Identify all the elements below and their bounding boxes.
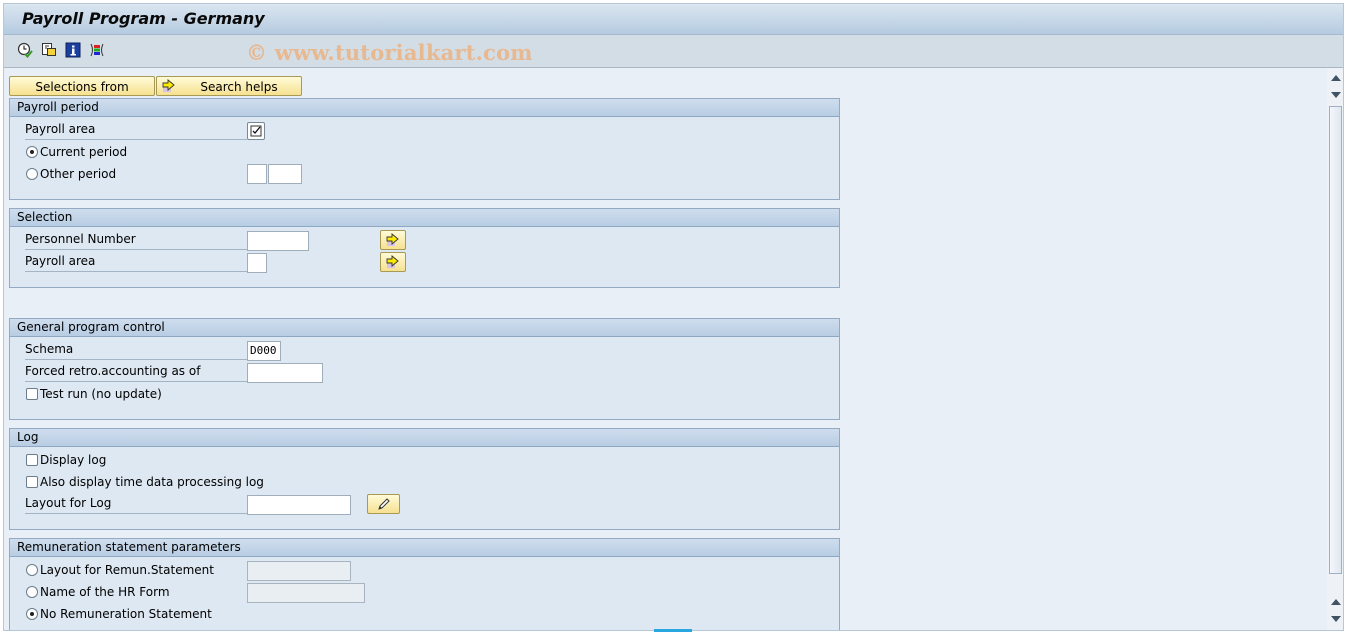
payroll-area-checkbox[interactable] xyxy=(247,122,265,140)
no-remuneration-radio[interactable] xyxy=(26,608,38,620)
get-variant-icon[interactable] xyxy=(41,42,57,58)
info-icon[interactable] xyxy=(65,42,81,58)
payroll-area-multiple-selection-button[interactable] xyxy=(380,252,406,272)
other-period-field-2[interactable] xyxy=(268,164,302,184)
group-title: Payroll period xyxy=(10,99,839,117)
selections-from-button[interactable]: Selections from xyxy=(9,76,155,96)
general-program-control-group: General program control Schema D000 Forc… xyxy=(9,318,840,420)
layout-remun-radio[interactable] xyxy=(26,564,38,576)
display-log-checkbox[interactable] xyxy=(26,454,38,466)
layout-for-log-label: Layout for Log xyxy=(25,493,247,514)
hr-form-input[interactable] xyxy=(247,583,365,603)
group-title: Log xyxy=(10,429,839,447)
application-toolbar: © www.tutorialkart.com xyxy=(4,35,1343,68)
selection-group: Selection Personnel Number Payroll area xyxy=(9,208,840,288)
test-run-label: Test run (no update) xyxy=(40,387,162,401)
page-title: Payroll Program - Germany xyxy=(22,9,265,28)
watermark: © www.tutorialkart.com xyxy=(246,40,533,65)
edit-layout-button[interactable] xyxy=(367,494,400,514)
personnel-number-input[interactable] xyxy=(247,231,309,251)
forced-retro-label: Forced retro.accounting as of xyxy=(25,361,247,382)
group-title: General program control xyxy=(10,319,839,337)
remuneration-group: Remuneration statement parameters Layout… xyxy=(9,538,840,630)
arrow-right-icon xyxy=(386,233,399,246)
personnel-number-multiple-selection-button[interactable] xyxy=(380,230,406,250)
scroll-up-bottom-icon[interactable] xyxy=(1331,599,1341,605)
no-remuneration-label: No Remuneration Statement xyxy=(40,607,212,621)
test-run-checkbox[interactable] xyxy=(26,388,38,400)
pencil-icon xyxy=(378,498,390,510)
display-log-label: Display log xyxy=(40,453,107,467)
scroll-up-icon[interactable] xyxy=(1331,75,1341,81)
scroll-down-bottom-icon[interactable] xyxy=(1331,616,1341,622)
schema-label: Schema xyxy=(25,339,247,360)
payroll-period-group: Payroll period Payroll area Current peri… xyxy=(9,98,840,200)
selection-screen: Selections from Search helps Payroll per… xyxy=(4,68,1326,630)
layout-remun-label: Layout for Remun.Statement xyxy=(40,563,214,577)
group-title: Selection xyxy=(10,209,839,227)
execute-icon[interactable] xyxy=(17,42,33,58)
log-group: Log Display log Also display time data p… xyxy=(9,428,840,530)
scroll-down-icon[interactable] xyxy=(1331,92,1341,98)
hr-form-label: Name of the HR Form xyxy=(40,585,170,599)
arrow-right-icon xyxy=(161,78,177,100)
current-period-label: Current period xyxy=(40,145,128,159)
arrow-right-icon xyxy=(386,255,399,268)
schema-input[interactable]: D000 xyxy=(247,341,281,361)
forced-retro-input[interactable] xyxy=(247,363,323,383)
hr-form-radio[interactable] xyxy=(26,586,38,598)
personnel-number-label: Personnel Number xyxy=(25,229,247,250)
time-data-log-checkbox[interactable] xyxy=(26,476,38,488)
time-data-log-label: Also display time data processing log xyxy=(40,475,264,489)
current-period-radio[interactable] xyxy=(26,146,38,158)
vertical-scrollbar[interactable] xyxy=(1327,68,1343,630)
group-title: Remuneration statement parameters xyxy=(10,539,839,557)
selections-from-label: Selections from xyxy=(35,80,129,94)
search-helps-button[interactable]: Search helps xyxy=(156,76,302,96)
selection-options-icon[interactable] xyxy=(89,42,105,58)
payroll-area-label: Payroll area xyxy=(25,119,247,140)
layout-for-log-input[interactable] xyxy=(247,495,351,515)
other-period-field-1[interactable] xyxy=(247,164,267,184)
payroll-area-input[interactable] xyxy=(247,253,267,273)
title-bar: Payroll Program - Germany xyxy=(4,4,1343,35)
payroll-area-label: Payroll area xyxy=(25,251,247,272)
scroll-thumb[interactable] xyxy=(1329,106,1342,574)
layout-remun-input[interactable] xyxy=(247,561,351,581)
sap-window: Payroll Program - Germany © www.tutorial… xyxy=(3,3,1344,631)
other-period-radio[interactable] xyxy=(26,168,38,180)
other-period-label: Other period xyxy=(40,167,117,181)
search-helps-label: Search helps xyxy=(200,80,278,94)
